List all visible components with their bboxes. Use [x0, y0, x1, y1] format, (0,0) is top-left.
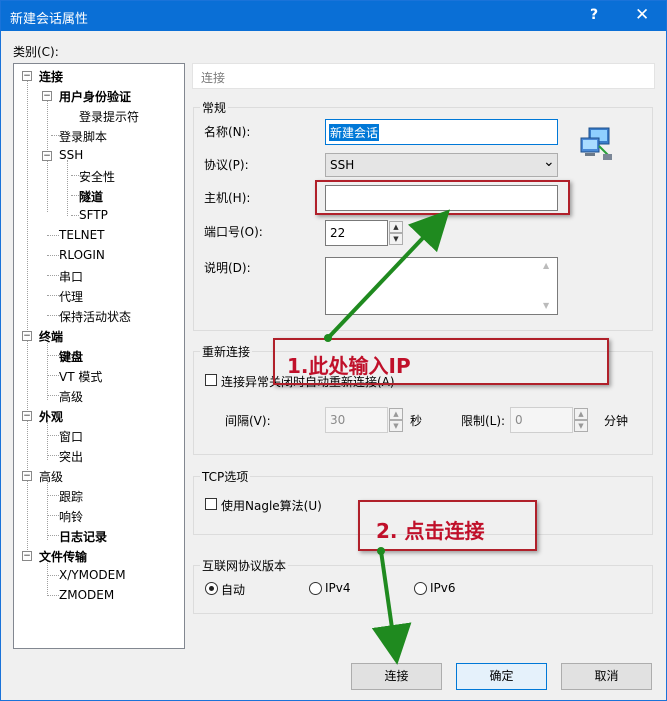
session-properties-dialog: 新建会话属性 ? ✕ 类别(C): − 连接 − 用户身份验证 登录提示符 登录… — [0, 0, 667, 701]
arrow-to-host-tail — [324, 334, 332, 342]
annotation-arrows — [324, 209, 451, 665]
arrow-to-connect — [371, 550, 412, 665]
arrow-to-host — [326, 209, 451, 340]
arrow-to-connect-tail — [377, 547, 385, 555]
